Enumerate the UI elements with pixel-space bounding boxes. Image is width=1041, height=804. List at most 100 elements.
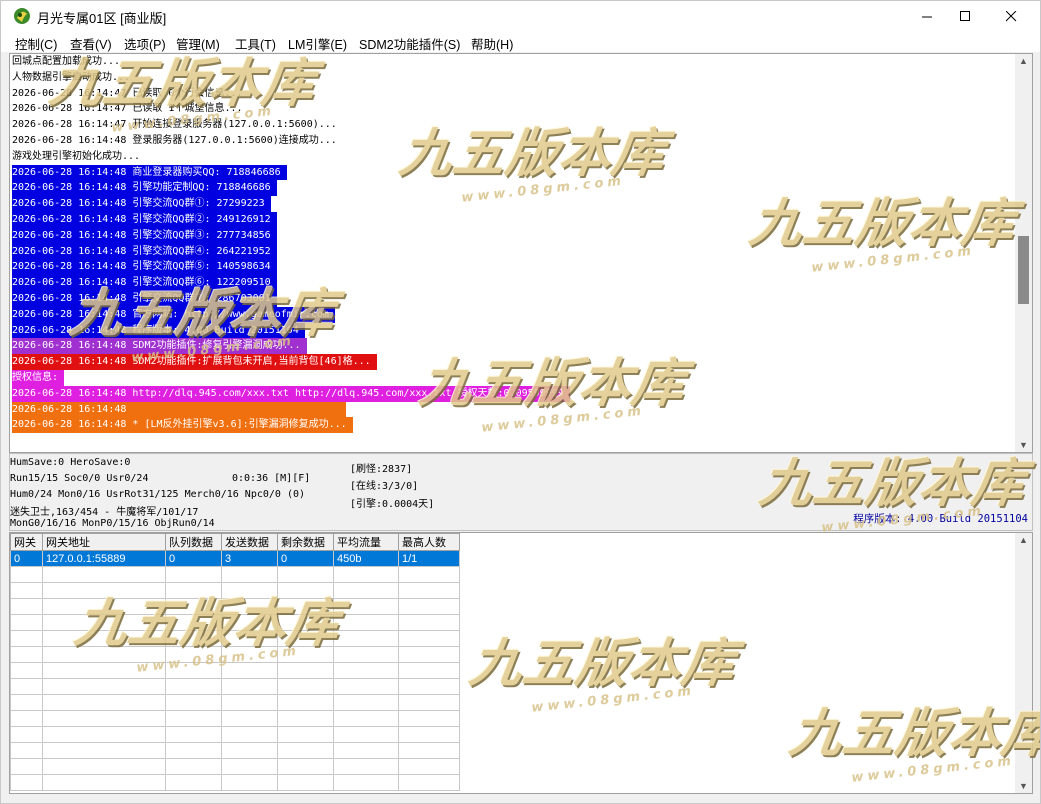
status-run: Run15/15 Soc0/0 Usr0/24 bbox=[10, 473, 149, 484]
title-bar[interactable]: 月光专属01区 [商业版] bbox=[1, 1, 1040, 32]
table-row-empty bbox=[10, 630, 460, 647]
table-cell-empty bbox=[333, 678, 399, 695]
table-row-empty bbox=[10, 646, 460, 663]
table-cell-empty bbox=[277, 598, 334, 615]
table-cell-empty bbox=[221, 694, 278, 711]
col-queue-data[interactable]: 队列数据 bbox=[165, 533, 222, 551]
table-cell-empty bbox=[398, 742, 460, 759]
table-row-empty bbox=[10, 598, 460, 615]
table-cell-empty bbox=[42, 758, 166, 775]
table-row-empty bbox=[10, 582, 460, 599]
close-button[interactable] bbox=[988, 1, 1034, 32]
menu-tools[interactable]: 工具(T) bbox=[235, 34, 276, 53]
table-cell-empty bbox=[277, 566, 334, 583]
minimize-icon bbox=[921, 16, 932, 18]
gateway-grid[interactable]: 网关 网关地址 队列数据 发送数据 剩余数据 平均流量 最高人数 0 127.0… bbox=[9, 532, 1033, 794]
table-cell-empty bbox=[10, 566, 43, 583]
table-cell-empty bbox=[277, 662, 334, 679]
version-label: 程序版本: 4.00 Build 20151104 bbox=[853, 513, 1028, 525]
table-cell-empty bbox=[42, 598, 166, 615]
cell-max: 1/1 bbox=[398, 550, 460, 567]
table-cell-empty bbox=[333, 726, 399, 743]
col-remain-data[interactable]: 剩余数据 bbox=[277, 533, 334, 551]
table-row-empty bbox=[10, 662, 460, 679]
table-cell-empty bbox=[42, 630, 166, 647]
table-cell-empty bbox=[277, 630, 334, 647]
table-cell-empty bbox=[398, 662, 460, 679]
col-gateway-address[interactable]: 网关地址 bbox=[42, 533, 166, 551]
log-pane[interactable]: 回城点配置加载成功... 人物数据引擎启动成功... 2026-06-28 16:1… bbox=[9, 53, 1033, 453]
log-line-text: 2026-06-28 16:14:48 * [LM反外挂引擎v3.6]:引擎漏洞… bbox=[12, 417, 353, 434]
close-icon bbox=[1005, 11, 1016, 22]
table-cell-empty bbox=[333, 742, 399, 759]
table-cell-empty bbox=[10, 758, 43, 775]
menu-sdm2-plugin[interactable]: SDM2功能插件(S) bbox=[359, 34, 460, 53]
scroll-up-icon[interactable]: ▲ bbox=[1019, 56, 1028, 66]
table-cell-empty bbox=[333, 582, 399, 599]
cell-send: 3 bbox=[221, 550, 278, 567]
log-line: 2026-06-28 16:14:48 引擎交流QQ群⑦: 286703001 bbox=[12, 290, 570, 307]
table-row[interactable]: 0 127.0.0.1:55889 0 3 0 450b 1/1 bbox=[10, 550, 460, 567]
log-line-text: 2026-06-28 16:14:47 开始连接登录服务器(127.0.0.1:… bbox=[12, 117, 343, 133]
table-cell-empty bbox=[42, 662, 166, 679]
table-cell-empty bbox=[165, 646, 222, 663]
table-cell-empty bbox=[398, 566, 460, 583]
status-hum: Hum0/24 Mon0/16 UsrRot31/125 Merch0/16 N… bbox=[10, 489, 306, 500]
table-cell-empty bbox=[398, 774, 460, 791]
log-scrollbar[interactable]: ▲ ▼ bbox=[1015, 54, 1032, 452]
table-cell-empty bbox=[333, 774, 399, 791]
log-line: 2026-06-28 16:14:48 bbox=[12, 401, 570, 418]
col-avg-traffic[interactable]: 平均流量 bbox=[333, 533, 399, 551]
log-line-text: 2026-06-28 16:14:48 引擎交流QQ群①: 27299223 bbox=[12, 196, 271, 212]
menu-lm-engine[interactable]: LM引擎(E) bbox=[288, 34, 347, 53]
menu-view[interactable]: 查看(V) bbox=[70, 34, 112, 53]
log-line-text: 2026-06-28 16:14:48 官方网站: http://www.gam… bbox=[12, 306, 335, 323]
log-line: 2026-06-28 16:14:47 已读取 0个行会信息... bbox=[12, 85, 570, 102]
table-cell-empty bbox=[221, 566, 278, 583]
table-row-empty bbox=[10, 566, 460, 583]
menu-control[interactable]: 控制(C) bbox=[15, 34, 57, 53]
table-cell-empty bbox=[221, 678, 278, 695]
table-cell-empty bbox=[277, 726, 334, 743]
table-cell-empty bbox=[398, 582, 460, 599]
table-cell-empty bbox=[10, 726, 43, 743]
grid-scrollbar[interactable]: ▲ ▼ bbox=[1015, 533, 1032, 793]
table-cell-empty bbox=[333, 630, 399, 647]
log-line: 2026-06-28 16:14:48 官方网站: http://www.gam… bbox=[12, 306, 570, 323]
status-refresh: [刷怪:2837] bbox=[350, 464, 413, 475]
scroll-down-icon[interactable]: ▼ bbox=[1019, 440, 1028, 450]
table-cell-empty bbox=[42, 582, 166, 599]
cell-queue: 0 bbox=[165, 550, 222, 567]
log-line-text: 2026-06-28 16:14:48 引擎交流QQ群⑤: 140598634 bbox=[12, 259, 277, 276]
gateway-table: 网关 网关地址 队列数据 发送数据 剩余数据 平均流量 最高人数 0 127.0… bbox=[10, 533, 460, 791]
menu-options[interactable]: 选项(P) bbox=[124, 34, 166, 53]
maximize-button[interactable] bbox=[942, 1, 988, 32]
table-cell-empty bbox=[10, 694, 43, 711]
table-cell-empty bbox=[333, 710, 399, 727]
menu-help[interactable]: 帮助(H) bbox=[471, 34, 513, 53]
cell-address: 127.0.0.1:55889 bbox=[42, 550, 166, 567]
log-line: 2026-06-28 16:14:48 登录服务器(127.0.0.1:5600… bbox=[12, 132, 570, 149]
cell-remain: 0 bbox=[277, 550, 334, 567]
col-send-data[interactable]: 发送数据 bbox=[221, 533, 278, 551]
col-gateway[interactable]: 网关 bbox=[10, 533, 43, 551]
log-line-text: 2026-06-28 16:14:48 商业登录器购买QQ: 718846686 bbox=[12, 164, 287, 181]
table-cell-empty bbox=[277, 758, 334, 775]
table-cell-empty bbox=[165, 710, 222, 727]
log-line-text: 2026-06-28 16:14:48 引擎交流QQ群④: 264221952 bbox=[12, 243, 277, 260]
table-cell-empty bbox=[42, 726, 166, 743]
gateway-body: 0 127.0.0.1:55889 0 3 0 450b 1/1 bbox=[10, 550, 460, 791]
table-cell-empty bbox=[333, 614, 399, 631]
col-max-users[interactable]: 最高人数 bbox=[398, 533, 460, 551]
table-row-empty bbox=[10, 726, 460, 743]
scroll-thumb[interactable] bbox=[1018, 236, 1029, 304]
log-line: 授权信息: bbox=[12, 369, 570, 386]
log-line: 2026-06-28 16:14:48 引擎交流QQ群①: 27299223 bbox=[12, 196, 570, 212]
app-icon bbox=[14, 8, 30, 24]
table-cell-empty bbox=[221, 598, 278, 615]
grid-scroll-up-icon[interactable]: ▲ bbox=[1019, 535, 1028, 545]
log-line: 2026-06-28 16:14:47 已读取 1个城堡信息... bbox=[12, 101, 570, 118]
grid-scroll-down-icon[interactable]: ▼ bbox=[1019, 781, 1028, 791]
menu-manage[interactable]: 管理(M) bbox=[176, 34, 220, 53]
table-cell-empty bbox=[42, 566, 166, 583]
